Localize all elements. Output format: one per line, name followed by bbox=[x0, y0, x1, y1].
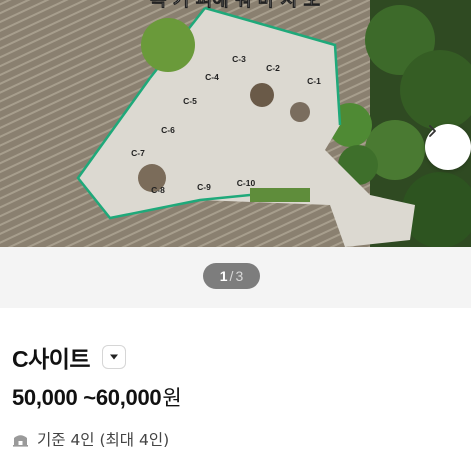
capacity-row: 기준 4인 (최대 4인) bbox=[12, 428, 169, 450]
tent-icon bbox=[13, 434, 28, 447]
site-label: C-2 bbox=[266, 63, 280, 73]
site-label: C-5 bbox=[183, 96, 197, 106]
site-label: C-8 bbox=[151, 185, 165, 195]
capacity-text: 기준 4인 (최대 4인) bbox=[37, 431, 170, 449]
price-unit: 원 bbox=[162, 386, 182, 410]
site-title: C사이트 bbox=[12, 346, 91, 372]
site-label: C-1 bbox=[307, 76, 321, 86]
tree bbox=[141, 18, 195, 72]
site-info: C사이트 50,000 ~60,000 원 기준 4인 (최대 4인) bbox=[0, 308, 471, 457]
next-image-button[interactable] bbox=[425, 124, 471, 170]
site-label: C-10 bbox=[237, 178, 256, 188]
caret-down-icon bbox=[110, 354, 119, 360]
site-label: C-6 bbox=[161, 125, 175, 135]
price-range: 50,000 ~60,000 bbox=[12, 385, 162, 410]
aerial-site-map: 쪽 기 피해 쿼 마 시 오 C-1 C-2 C-3 C-4 C-5 C-6 C… bbox=[0, 0, 471, 247]
site-label: C-7 bbox=[131, 148, 145, 158]
pager-separator: / bbox=[229, 268, 234, 284]
pager-current: 1 bbox=[219, 268, 228, 284]
price-row: 50,000 ~60,000 원 bbox=[12, 382, 182, 412]
chevron-right-icon bbox=[429, 125, 436, 137]
site-label: C-9 bbox=[197, 182, 211, 192]
pager-strip: 1 / 3 bbox=[0, 247, 471, 308]
title-row: C사이트 bbox=[12, 340, 127, 374]
image-pager: 1 / 3 bbox=[203, 263, 260, 289]
pager-total: 3 bbox=[235, 268, 244, 284]
site-select-dropdown[interactable] bbox=[102, 345, 127, 369]
site-label: C-4 bbox=[205, 72, 219, 82]
site-label: C-3 bbox=[232, 54, 246, 64]
site-photo[interactable]: 쪽 기 피해 쿼 마 시 오 C-1 C-2 C-3 C-4 C-5 C-6 C… bbox=[0, 0, 471, 247]
banner-text: 쪽 기 피해 쿼 마 시 오 bbox=[150, 0, 320, 11]
